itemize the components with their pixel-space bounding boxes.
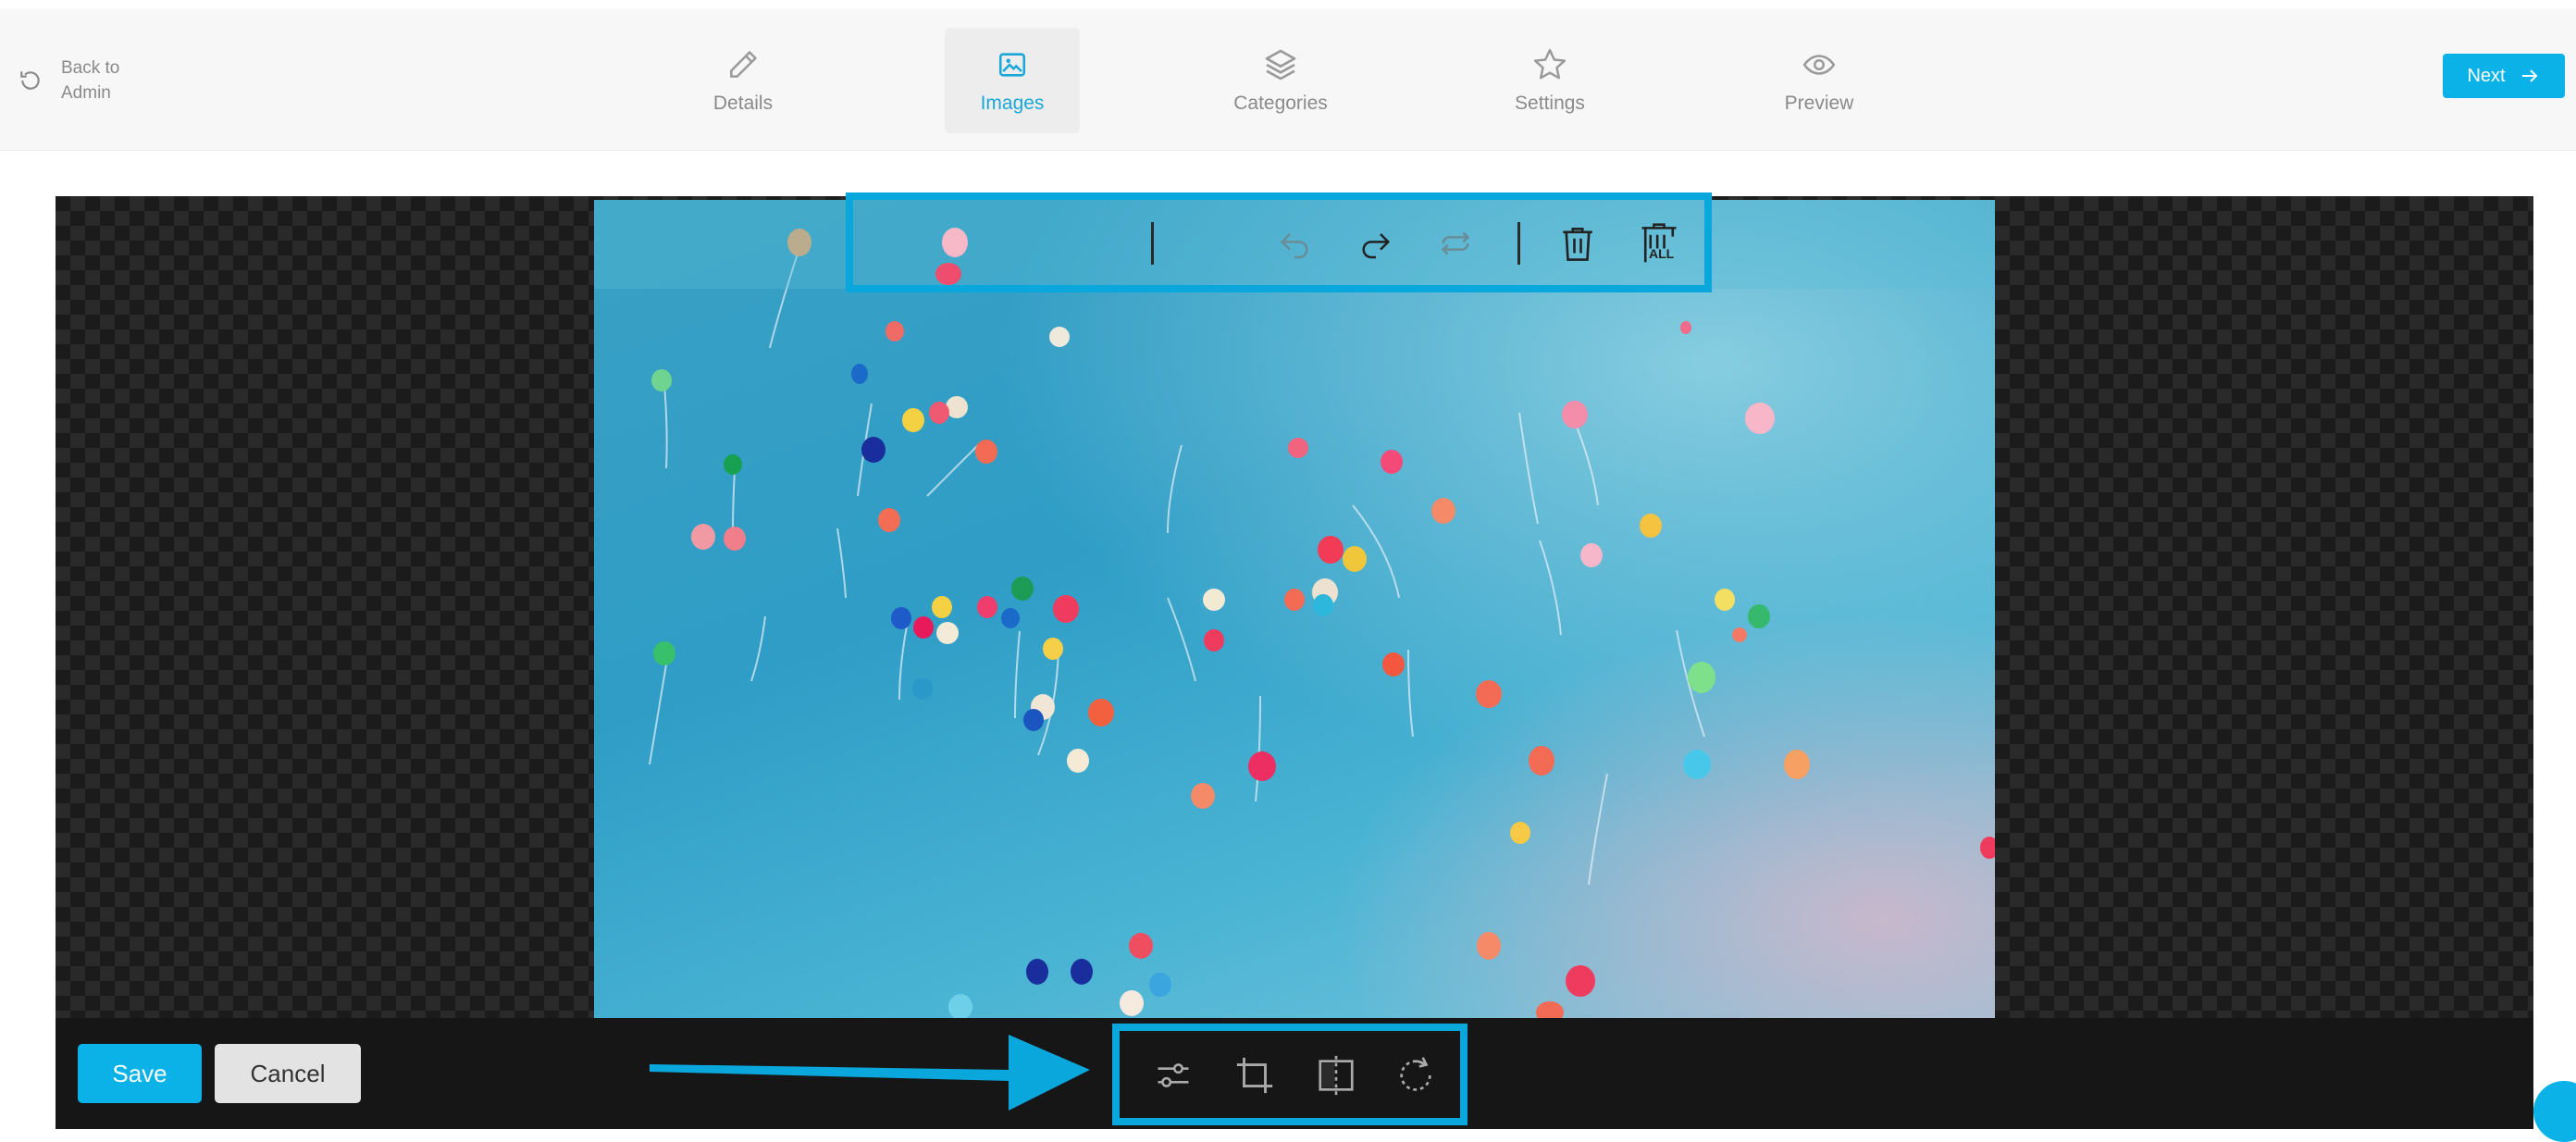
flip-button[interactable]: [1310, 1049, 1362, 1101]
undo-button[interactable]: [1271, 218, 1318, 268]
save-button[interactable]: Save: [78, 1044, 202, 1103]
tab-categories-label: Categories: [1233, 93, 1328, 114]
top-navigation-bar: Back to Admin Details Images Categories …: [0, 9, 2576, 151]
arrow-right-icon: [2521, 69, 2537, 82]
redo-icon: [1362, 233, 1391, 259]
rotate-button[interactable]: [1390, 1049, 1442, 1101]
cancel-button[interactable]: Cancel: [215, 1044, 361, 1103]
pencil-icon: [725, 44, 761, 85]
back-to-admin-label: Back to Admin: [61, 58, 120, 103]
delete-button[interactable]: [1554, 218, 1601, 268]
eye-icon: [1802, 44, 1837, 85]
tab-categories[interactable]: Categories: [1213, 28, 1348, 133]
toolbar-separator: [1517, 222, 1520, 265]
balloons-photo: [594, 200, 1995, 1018]
tab-details[interactable]: Details: [675, 28, 811, 133]
tab-settings[interactable]: Settings: [1482, 28, 1617, 133]
redo-button[interactable]: [1353, 218, 1399, 268]
undo-icon: [1280, 233, 1308, 259]
delete-all-label: ALL: [1649, 246, 1675, 261]
back-to-admin-link[interactable]: Back to Admin: [19, 56, 135, 106]
flip-icon: [1319, 1055, 1354, 1096]
balloons-illustration: [594, 200, 1995, 1018]
rotate-icon: [1400, 1057, 1431, 1091]
tab-images-label: Images: [980, 93, 1045, 114]
layers-icon: [1262, 44, 1299, 85]
next-button-label: Next: [2467, 65, 2506, 86]
help-chat-button[interactable]: [2533, 1081, 2576, 1142]
reset-icon: [1441, 231, 1470, 255]
undo-icon: [20, 71, 40, 90]
tab-preview[interactable]: Preview: [1752, 28, 1887, 133]
tab-settings-label: Settings: [1515, 93, 1585, 114]
adjust-button[interactable]: [1147, 1049, 1199, 1101]
reset-button[interactable]: [1432, 218, 1479, 268]
image-editor-canvas[interactable]: [56, 196, 2533, 1018]
tab-details-label: Details: [712, 93, 774, 114]
image-icon: [997, 44, 1028, 85]
crop-button[interactable]: [1229, 1049, 1281, 1101]
tab-images[interactable]: Images: [945, 28, 1080, 133]
annotation-arrow: [650, 1035, 1090, 1111]
delete-icon: [1563, 227, 1592, 261]
adjust-sliders-icon: [1158, 1063, 1189, 1087]
tab-preview-label: Preview: [1784, 93, 1854, 114]
delete-all-button[interactable]: ALL: [1636, 218, 1682, 268]
crop-icon: [1236, 1057, 1273, 1094]
toolbar-separator: [1151, 222, 1154, 265]
next-button[interactable]: Next: [2443, 54, 2565, 98]
star-icon: [1531, 44, 1568, 85]
